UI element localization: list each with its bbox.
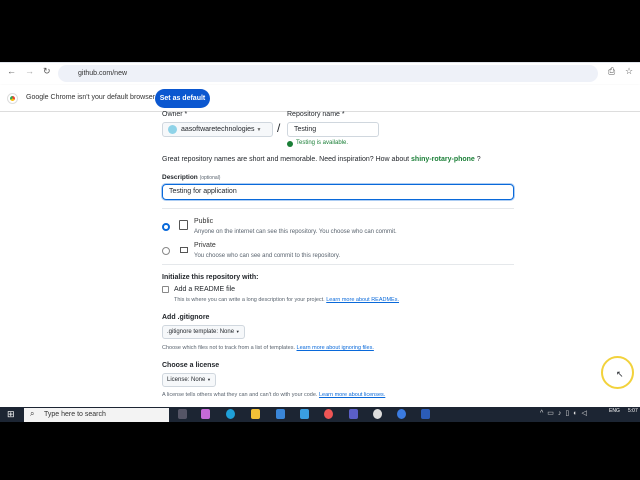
private-label: Private bbox=[194, 242, 216, 249]
chrome-taskbar-icon[interactable] bbox=[324, 409, 333, 419]
license-desc: A license tells others what they can and… bbox=[162, 392, 385, 398]
set-as-default-button[interactable]: Set as default bbox=[155, 89, 210, 108]
public-label: Public bbox=[194, 218, 214, 225]
chevron-down-icon: ▼ bbox=[235, 329, 240, 334]
license-desc-text: A license tells others what they can and… bbox=[162, 392, 318, 398]
chrome-logo-icon bbox=[7, 93, 18, 104]
install-app-icon[interactable]: ⎙ bbox=[608, 66, 615, 77]
repo-name-label: Repository name * bbox=[287, 111, 345, 118]
copilot-icon[interactable] bbox=[201, 409, 210, 419]
readme-desc-text: This is where you can write a long descr… bbox=[174, 297, 325, 303]
mouse-cursor-icon: ↖ bbox=[616, 369, 624, 379]
owner-select[interactable]: aasoftwaretechnologies ▼ bbox=[162, 122, 273, 137]
chevron-down-icon: ▼ bbox=[207, 377, 211, 382]
search-placeholder: Type here to search bbox=[44, 411, 106, 418]
license-select[interactable]: License: None ▼ bbox=[162, 373, 216, 387]
address-bar[interactable]: github.com/new bbox=[58, 65, 598, 82]
system-tray-icons[interactable]: ^▭♪▯◐◁ bbox=[540, 409, 591, 417]
suggested-name-link[interactable]: shiny-rotary-phone bbox=[411, 156, 475, 163]
readme-label: Add a README file bbox=[174, 286, 236, 293]
app-icon[interactable] bbox=[397, 409, 406, 419]
repo-name-input[interactable]: Testing bbox=[287, 122, 379, 137]
gitignore-desc: Choose which files not to track from a l… bbox=[162, 345, 374, 351]
readme-learn-more-link[interactable]: Learn more about READMEs. bbox=[326, 297, 399, 303]
owner-avatar bbox=[168, 125, 177, 134]
lock-icon bbox=[180, 247, 188, 253]
clock[interactable]: 5:07 bbox=[628, 408, 638, 414]
gitignore-desc-text: Choose which files not to track from a l… bbox=[162, 345, 295, 351]
forward-icon[interactable]: → bbox=[25, 66, 34, 76]
description-input[interactable]: Testing for application bbox=[162, 184, 514, 200]
gitignore-select[interactable]: .gitignore template: None ▼ bbox=[162, 325, 245, 339]
description-label-text: Description bbox=[162, 174, 198, 181]
back-icon[interactable]: ← bbox=[7, 66, 16, 76]
infobar-text: Google Chrome isn't your default browser bbox=[26, 94, 155, 101]
windows-start-icon[interactable]: ⊞ bbox=[7, 410, 15, 419]
owner-label: Owner * bbox=[162, 111, 188, 118]
owner-value: aasoftwaretechnologies bbox=[181, 126, 255, 133]
language-indicator[interactable]: ENG bbox=[609, 408, 620, 414]
gitignore-learn-more-link[interactable]: Learn more about ignoring files. bbox=[297, 345, 374, 351]
private-radio[interactable] bbox=[162, 247, 170, 255]
reload-icon[interactable]: ↻ bbox=[43, 66, 51, 77]
public-radio[interactable] bbox=[162, 223, 170, 231]
private-desc: You choose who can see and commit to thi… bbox=[194, 253, 341, 259]
store-icon[interactable] bbox=[276, 409, 285, 419]
description-label: Description (optional) bbox=[162, 174, 220, 181]
word-icon[interactable] bbox=[421, 409, 430, 419]
suggestion-prefix: Great repository names are short and mem… bbox=[162, 156, 410, 163]
readme-checkbox[interactable] bbox=[162, 286, 169, 293]
license-heading: Choose a license bbox=[162, 362, 220, 369]
init-heading: Initialize this repository with: bbox=[162, 274, 259, 281]
check-circle-icon bbox=[287, 141, 293, 147]
bookmark-star-icon[interactable]: ☆ bbox=[625, 66, 633, 77]
availability-text: Testing is available. bbox=[296, 140, 349, 146]
repo-public-icon bbox=[179, 220, 188, 230]
search-icon: ⌕ bbox=[30, 409, 35, 418]
taskbar-search-box[interactable]: Type here to search bbox=[24, 408, 169, 422]
optional-tag: (optional) bbox=[199, 175, 221, 181]
public-desc: Anyone on the internet can see this repo… bbox=[194, 229, 397, 235]
gitignore-value: .gitignore template: None bbox=[167, 329, 235, 335]
task-view-icon[interactable] bbox=[178, 409, 187, 419]
chevron-down-icon: ▼ bbox=[256, 127, 262, 133]
suggestion-text: Great repository names are short and mem… bbox=[162, 156, 481, 163]
readme-desc: This is where you can write a long descr… bbox=[174, 297, 399, 303]
slash-separator: / bbox=[277, 121, 281, 135]
file-explorer-icon[interactable] bbox=[251, 409, 260, 419]
mail-icon[interactable] bbox=[300, 409, 309, 419]
suggestion-end: ? bbox=[476, 156, 481, 163]
edge-icon[interactable] bbox=[226, 409, 235, 419]
settings-gear-icon[interactable] bbox=[373, 409, 382, 419]
license-value: License: None bbox=[167, 377, 206, 383]
divider bbox=[162, 208, 514, 209]
license-learn-more-link[interactable]: Learn more about licenses. bbox=[319, 392, 385, 398]
gitignore-heading: Add .gitignore bbox=[162, 314, 210, 321]
teams-icon[interactable] bbox=[349, 409, 358, 419]
divider bbox=[162, 264, 514, 265]
